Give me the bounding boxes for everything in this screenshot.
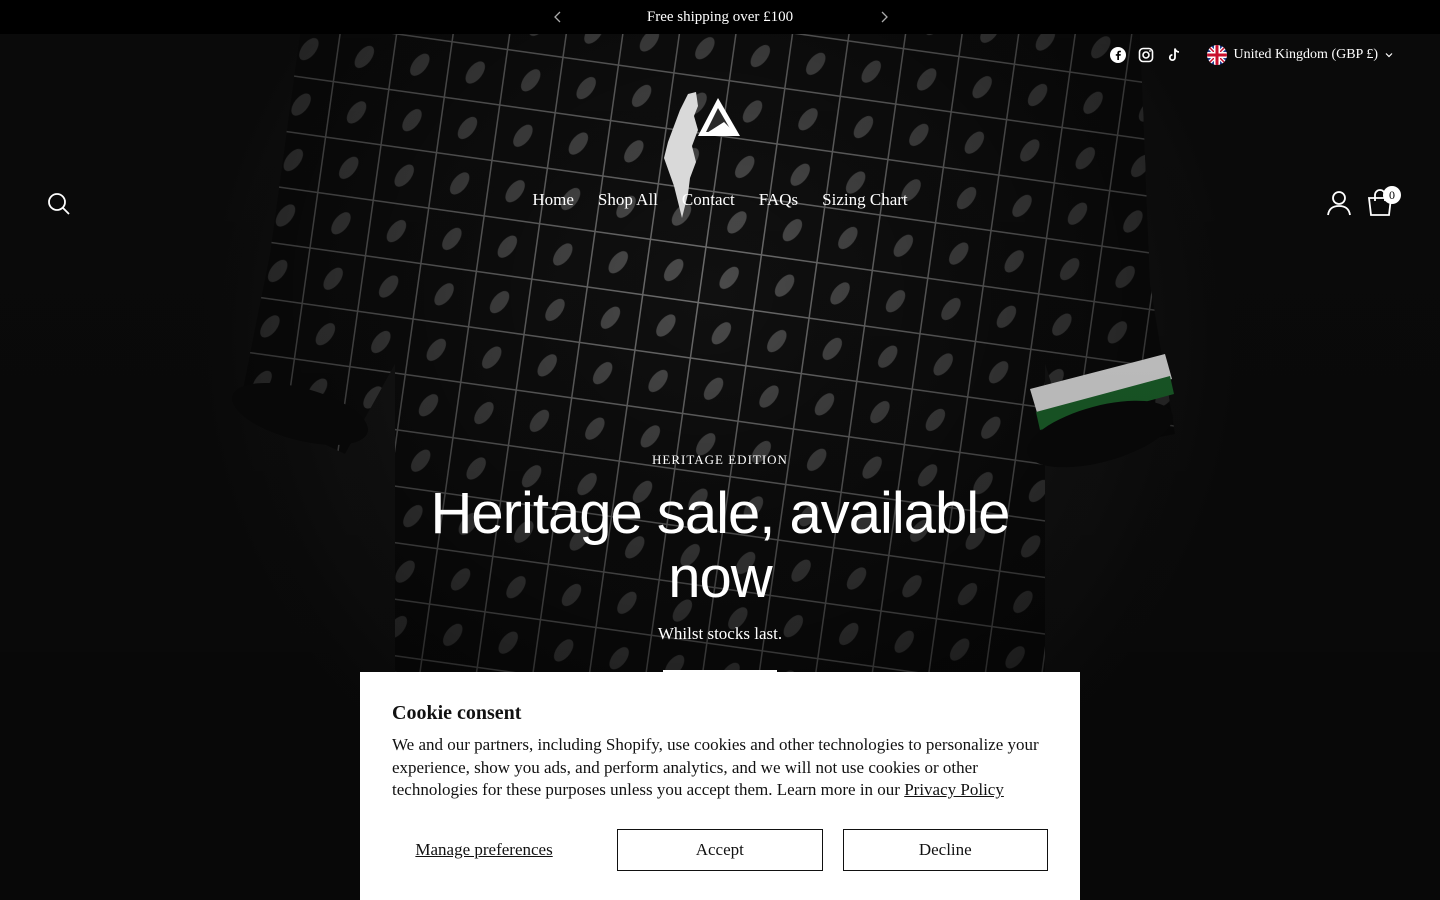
chevron-left-icon[interactable] xyxy=(550,9,566,25)
cookie-title: Cookie consent xyxy=(392,702,522,724)
announcement-text: Free shipping over £100 xyxy=(646,8,794,25)
tiktok-icon[interactable] xyxy=(1165,46,1183,64)
decline-button[interactable]: Decline xyxy=(842,828,1048,871)
nav-faqs[interactable]: FAQs xyxy=(759,190,798,210)
facebook-icon[interactable] xyxy=(1109,46,1127,64)
hero-eyebrow: HERITAGE EDITION xyxy=(652,452,788,467)
privacy-policy-link[interactable]: Privacy Policy xyxy=(904,780,1004,799)
main-nav: Home Shop All Contact FAQs Sizing Chart xyxy=(0,190,1440,210)
account-icon[interactable] xyxy=(1326,190,1352,216)
nav-contact[interactable]: Contact xyxy=(682,190,735,210)
cart-count-badge: 0 xyxy=(1383,186,1401,204)
utility-bar: United Kingdom (GBP £) xyxy=(1109,45,1394,65)
nav-home[interactable]: Home xyxy=(532,190,574,210)
uk-flag-icon xyxy=(1207,45,1228,65)
manage-preferences-link[interactable]: Manage preferences xyxy=(392,840,576,860)
cookie-consent-dialog: Cookie consent We and our partners, incl… xyxy=(360,672,1080,900)
announcement-bar: Free shipping over £100 xyxy=(0,0,1440,34)
locale-label: United Kingdom (GBP £) xyxy=(1233,47,1378,62)
accept-button[interactable]: Accept xyxy=(617,828,823,871)
chevron-right-icon[interactable] xyxy=(876,9,892,25)
hero-content: HERITAGE EDITION Heritage sale, availabl… xyxy=(420,452,1020,644)
hero-subline: Whilst stocks last. xyxy=(657,624,783,643)
nav-shop-all[interactable]: Shop All xyxy=(598,190,658,210)
hero-headline: Heritage sale, available now xyxy=(430,481,1011,610)
instagram-icon[interactable] xyxy=(1137,46,1155,64)
cookie-body: We and our partners, including Shopify, … xyxy=(392,735,1039,799)
cookie-actions: Manage preferences Accept Decline xyxy=(392,828,1048,871)
chevron-down-icon xyxy=(1385,53,1393,58)
nav-sizing-chart[interactable]: Sizing Chart xyxy=(822,190,907,210)
locale-selector[interactable]: United Kingdom (GBP £) xyxy=(1207,45,1394,65)
